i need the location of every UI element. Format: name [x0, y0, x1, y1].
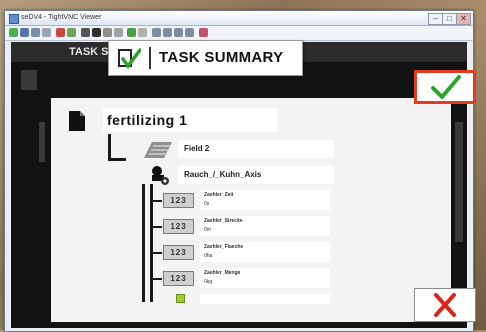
background-scroll-strip	[455, 122, 463, 242]
title-bar[interactable]: seDV4 - TightVNC Viewer – □ ✕	[5, 11, 473, 26]
zoom-in-icon[interactable]	[152, 28, 161, 37]
close-icon	[434, 293, 456, 317]
task-document-icon	[69, 111, 85, 131]
counter-value: 0kg	[204, 279, 213, 285]
field-label: Field 2	[178, 140, 334, 158]
counter-name: Zaehler_Zeit	[204, 192, 234, 198]
counter-item: Zaehler_Strecke 0m	[200, 216, 330, 236]
counter-value: 0m	[204, 227, 211, 233]
counter-item: Zaehler_Flaeche 0ha	[200, 242, 330, 262]
field-icon	[144, 142, 172, 158]
alt-icon[interactable]	[114, 28, 123, 37]
pause-icon[interactable]	[56, 28, 65, 37]
app-icon	[9, 14, 19, 24]
tree-line-vertical	[142, 184, 145, 302]
list-item-partial	[200, 294, 330, 304]
close-connection-icon[interactable]	[199, 28, 208, 37]
info-icon[interactable]	[42, 28, 51, 37]
zoom-100-icon[interactable]	[174, 28, 183, 37]
ctrl-alt-del-icon[interactable]	[81, 28, 90, 37]
implement-label: Rauch_/_Kuhn_Axis	[178, 166, 334, 184]
zoom-fit-icon[interactable]	[185, 28, 194, 37]
counter-icon: 123	[163, 245, 194, 260]
counter-icon: 123	[163, 219, 194, 234]
header-divider	[149, 47, 151, 69]
fullscreen-icon[interactable]	[127, 28, 136, 37]
page-title: TASK SUMMARY	[159, 49, 284, 66]
close-button[interactable]: ✕	[456, 13, 471, 25]
counter-icon: 123	[163, 271, 194, 286]
task-summary-header: TASK SUMMARY	[108, 40, 303, 76]
summary-check-icon	[118, 48, 141, 69]
tree-line-branch	[150, 252, 162, 254]
minimize-button[interactable]: –	[428, 13, 443, 25]
ctrl-icon[interactable]	[103, 28, 112, 37]
options-icon[interactable]	[31, 28, 40, 37]
tree-line-branch	[150, 200, 162, 202]
tree-line-branch	[150, 278, 162, 280]
check-icon	[431, 75, 461, 99]
save-icon[interactable]	[20, 28, 29, 37]
counter-name: Zaehler_Flaeche	[204, 244, 244, 250]
toolbar	[5, 26, 473, 41]
new-connection-icon[interactable]	[9, 28, 18, 37]
cancel-button[interactable]	[414, 288, 476, 322]
counter-value: 0ha	[204, 253, 213, 259]
zoom-out-icon[interactable]	[163, 28, 172, 37]
ctrl-esc-icon[interactable]	[92, 28, 101, 37]
tree-line-branch	[150, 226, 162, 228]
counter-name: Zaehler_Strecke	[204, 218, 243, 224]
tree-line-branch	[108, 158, 126, 161]
refresh-icon[interactable]	[67, 28, 76, 37]
confirm-button[interactable]	[414, 70, 476, 104]
status-marker-icon	[176, 294, 185, 303]
counter-value: 0s	[204, 201, 210, 207]
background-document-icon	[21, 70, 37, 90]
screenshot-icon[interactable]	[138, 28, 147, 37]
counter-item: Zaehler_Zeit 0s	[200, 190, 330, 210]
counter-name: Zaehler_Menge	[204, 270, 241, 276]
tree-line-vertical	[108, 134, 111, 160]
counter-item: Zaehler_Menge 0kg	[200, 268, 330, 288]
implement-icon	[152, 166, 169, 185]
counter-icon: 123	[163, 193, 194, 208]
task-name: fertilizing 1	[103, 108, 277, 132]
background-tree-line	[39, 122, 45, 162]
maximize-button[interactable]: □	[442, 13, 457, 25]
window-title: seDV4 - TightVNC Viewer	[21, 14, 102, 21]
